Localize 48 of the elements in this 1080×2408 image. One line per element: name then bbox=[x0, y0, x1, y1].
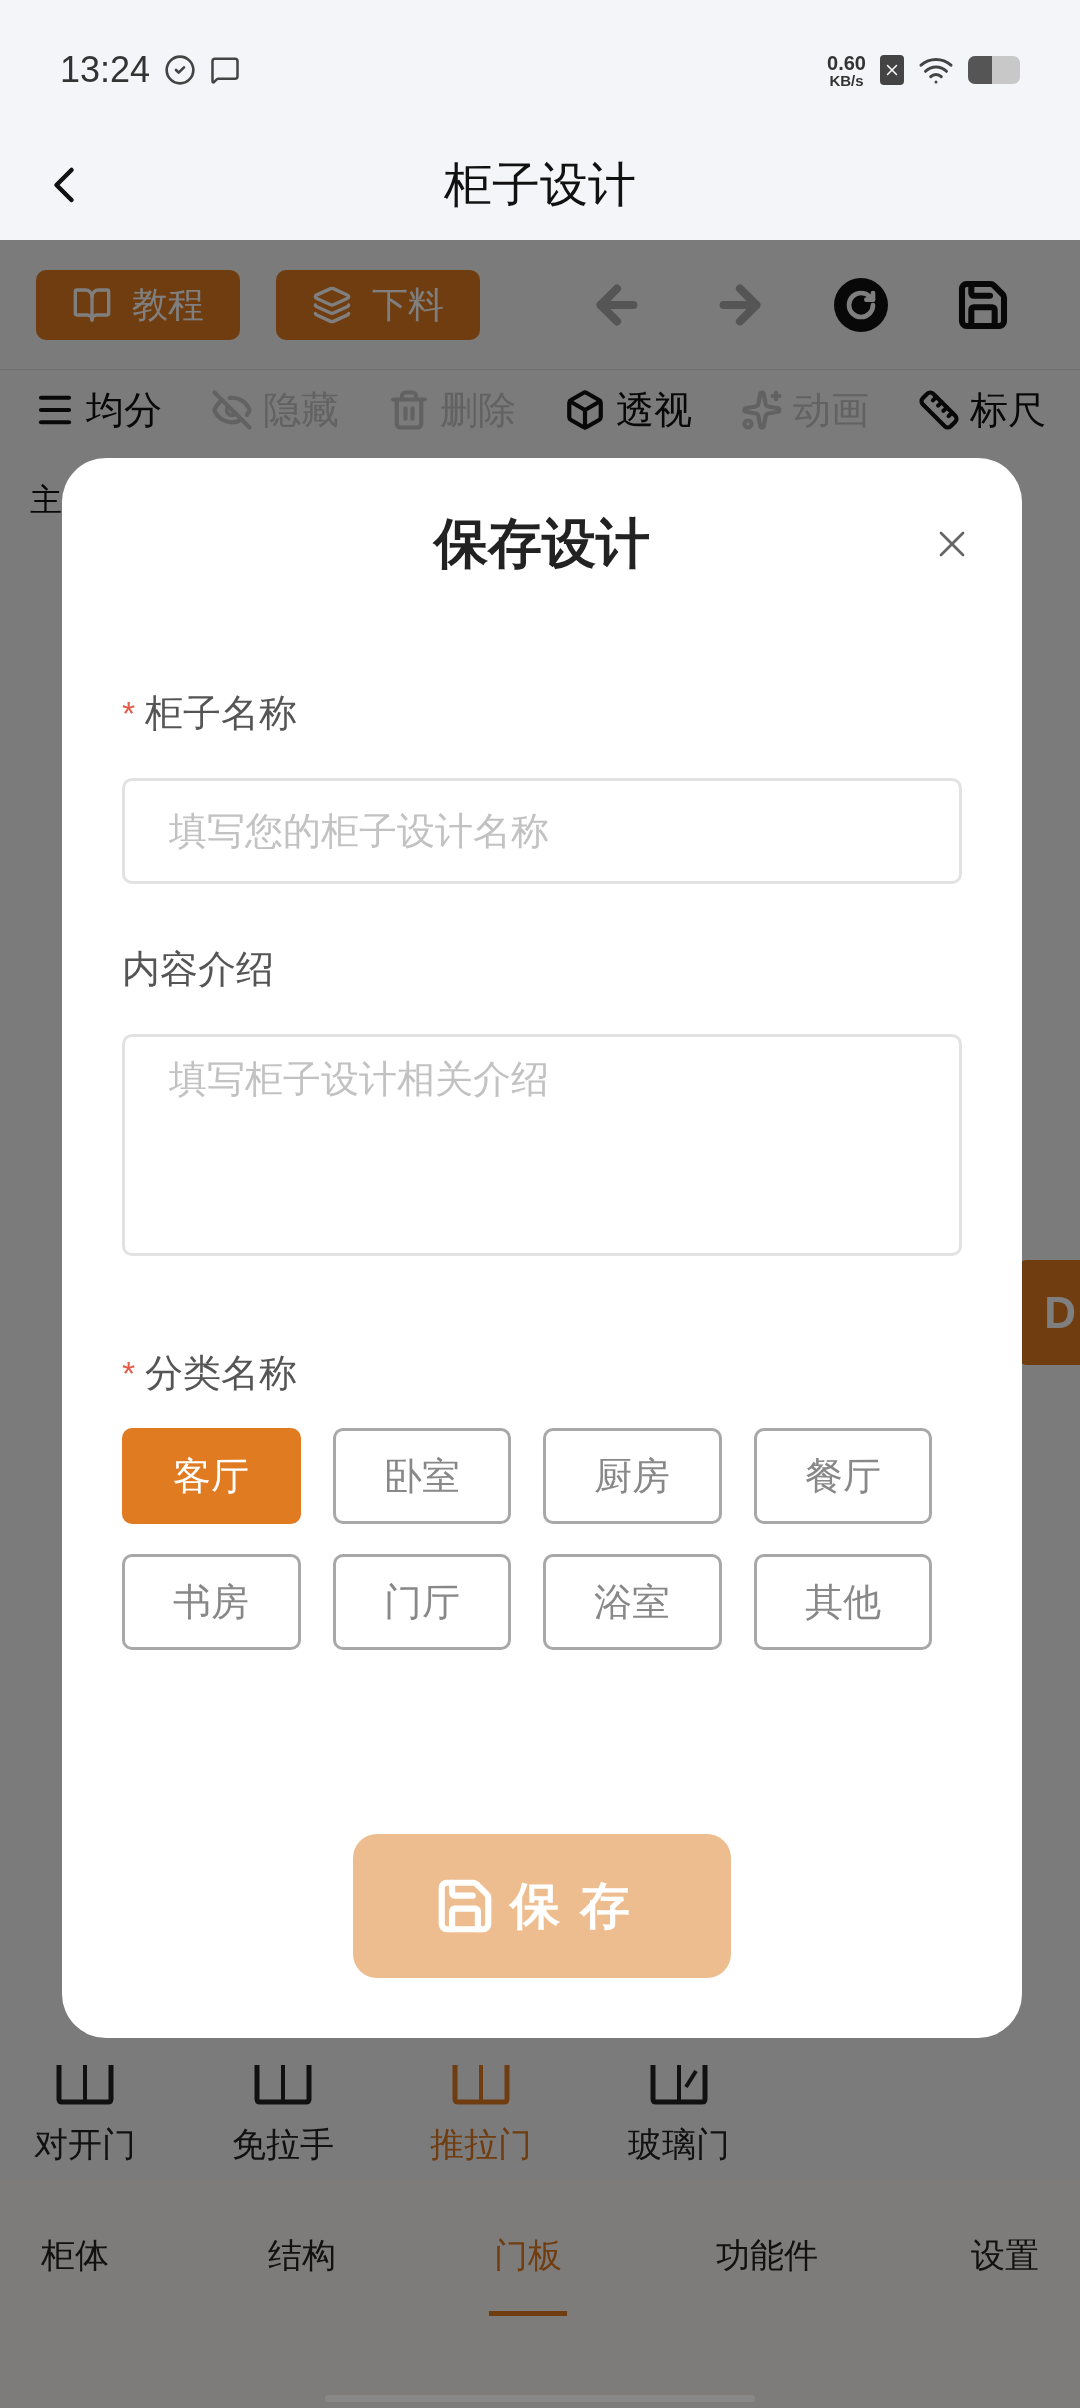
category-chip[interactable]: 书房 bbox=[122, 1554, 301, 1650]
side-label: 主 bbox=[30, 481, 62, 520]
toolbar-button[interactable]: 教程 bbox=[36, 269, 240, 340]
status-time: 13:24 bbox=[60, 48, 151, 92]
side-tab[interactable]: D bbox=[1020, 1260, 1080, 1365]
door-icon bbox=[452, 2065, 510, 2105]
category-chip[interactable]: 门厅 bbox=[332, 1554, 511, 1650]
required-asterisk: * bbox=[122, 1352, 136, 1394]
message-icon bbox=[210, 55, 241, 85]
category-chip[interactable]: 浴室 bbox=[543, 1554, 722, 1650]
intro-field[interactable]: 填写柜子设计相关介绍 bbox=[122, 1034, 962, 1256]
door-type-option[interactable]: 玻璃门 bbox=[628, 2065, 730, 2170]
door-type-option[interactable]: 免拉手 bbox=[232, 2065, 334, 2170]
tool-button[interactable]: 标尺 bbox=[918, 381, 1046, 439]
toolbar-button[interactable]: 下料 bbox=[276, 269, 480, 340]
field-label: 分类名称 bbox=[145, 1350, 298, 1396]
field-label: 内容介绍 bbox=[122, 946, 274, 992]
dialog-title: 保存设计 bbox=[434, 511, 650, 575]
category-chip[interactable]: 客厅 bbox=[122, 1428, 301, 1524]
sim-icon bbox=[880, 55, 904, 85]
door-icon bbox=[650, 2065, 708, 2105]
door-icon bbox=[56, 2065, 114, 2105]
category-chip[interactable]: 厨房 bbox=[543, 1428, 722, 1524]
bottom-tab[interactable]: 功能件 bbox=[715, 2230, 818, 2316]
network-unit: KB/s bbox=[829, 72, 864, 88]
door-type-option[interactable]: 对开门 bbox=[34, 2065, 136, 2170]
category-chip[interactable]: 其他 bbox=[753, 1554, 932, 1650]
category-chip[interactable]: 卧室 bbox=[332, 1428, 511, 1524]
category-chip[interactable]: 餐厅 bbox=[753, 1428, 932, 1524]
required-asterisk: * bbox=[122, 692, 136, 734]
bottom-tab[interactable]: 柜体 bbox=[36, 2230, 114, 2316]
sparkle-icon bbox=[741, 389, 784, 431]
tool-button[interactable]: 均分 bbox=[34, 381, 162, 439]
layers-icon bbox=[312, 284, 352, 325]
door-icon bbox=[254, 2065, 312, 2105]
bottom-tab[interactable]: 结构 bbox=[262, 2230, 341, 2316]
field-label: 柜子名称 bbox=[145, 690, 298, 736]
page-title: 柜子设计 bbox=[444, 157, 636, 213]
check-circle-icon bbox=[164, 54, 197, 86]
network-speed: 0.60 bbox=[827, 52, 866, 73]
ruler-icon bbox=[918, 389, 960, 431]
bottom-tab[interactable]: 设置 bbox=[966, 2230, 1044, 2316]
door-type-option[interactable]: 推拉门 bbox=[430, 2065, 532, 2170]
eye-off-icon bbox=[210, 389, 253, 431]
bottom-tab[interactable]: 门板 bbox=[489, 2230, 567, 2316]
tool-button[interactable]: 透视 bbox=[564, 381, 693, 439]
name-field[interactable]: 填写您的柜子设计名称 bbox=[122, 778, 962, 884]
battery-icon bbox=[968, 56, 1020, 84]
